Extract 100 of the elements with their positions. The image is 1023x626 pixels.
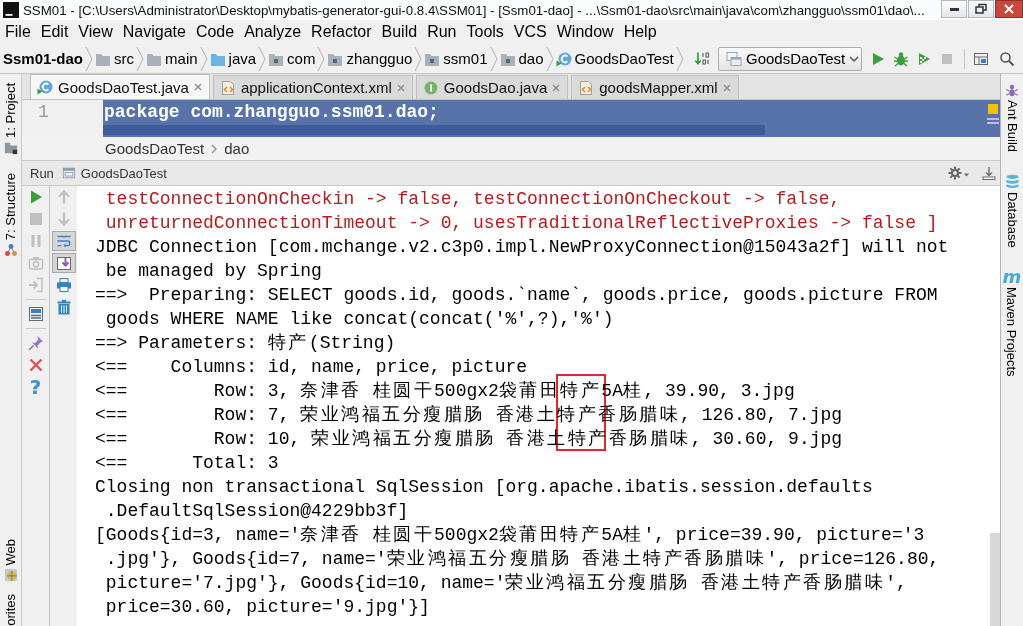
chevron-icon: [211, 143, 218, 154]
console-line: Closing non transactional SqlSession [org.apache.ibatis.session.defaults: [95, 476, 873, 499]
editor-tab[interactable]: GoodsDao.java: [415, 75, 569, 99]
layout-icon[interactable]: [27, 306, 44, 322]
folder-icon: [3, 140, 18, 155]
chevron-icon: [675, 45, 684, 72]
console-icon: [61, 166, 76, 180]
tool-window-button[interactable]: m Maven Projects: [1002, 269, 1022, 377]
menu-item[interactable]: Run: [422, 23, 462, 41]
breadcrumb-item[interactable]: com: [266, 45, 318, 72]
chevron-icon: [414, 45, 423, 72]
inspection-status-icon[interactable]: [987, 104, 998, 114]
breadcrumb-item[interactable]: ssm01: [422, 45, 490, 72]
menu-item[interactable]: Analyze: [239, 23, 307, 41]
console-line: be managed by Spring: [105, 260, 322, 283]
restore-button[interactable]: [968, 0, 994, 18]
stripe-marker-icon: [986, 118, 999, 124]
console-line: goods WHERE NAME like concat(concat('%',?),'%'): [105, 308, 614, 331]
menu-item[interactable]: Help: [618, 23, 662, 41]
breadcrumb-item[interactable]: zhangguo: [325, 45, 415, 72]
console-line: picture='7.jpg'}, Goods{id=10, name='荣业鸿福五分瘦腊肠 香港土特产香肠腊味',: [105, 572, 907, 595]
breadcrumb-item[interactable]: GoodsDaoTest: [553, 45, 676, 72]
close-icon[interactable]: [722, 83, 731, 92]
breadcrumb-item[interactable]: Ssm01-dao: [1, 45, 86, 72]
menu-item[interactable]: Refactor: [306, 23, 377, 41]
tool-window-button[interactable]: 1: Project: [3, 83, 18, 155]
editor-tab[interactable]: applicationContext.xml: [212, 75, 413, 99]
close-icon[interactable]: [27, 357, 44, 373]
pin-icon[interactable]: [27, 335, 44, 351]
build-icon[interactable]: [694, 50, 710, 67]
maven-icon: m: [1002, 269, 1022, 284]
restore-icon: [975, 3, 987, 15]
chevron-icon: [199, 45, 208, 72]
breadcrumb-item[interactable]: java: [207, 45, 259, 72]
class-icon: [37, 79, 53, 95]
tool-window-button[interactable]: 7: Structure: [3, 172, 18, 258]
console-line: .jpg'}, Goods{id=7, name='荣业鸿福五分瘦腊肠 香港土特产香肠腊味', price=126.80,: [105, 548, 940, 571]
editor-tab[interactable]: GoodsDaoTest.java: [30, 74, 210, 99]
close-button[interactable]: [995, 0, 1023, 18]
search-icon[interactable]: [999, 50, 1015, 67]
project-structure-icon[interactable]: [973, 50, 989, 67]
tool-window-button[interactable]: orites: [3, 594, 18, 626]
structure-icon: [3, 243, 18, 258]
tool-window-button[interactable]: Ant Build: [1004, 83, 1020, 153]
minimize-button[interactable]: [941, 0, 967, 18]
scrollbar-thumb[interactable]: [990, 533, 1000, 626]
tool-window-button[interactable]: Database: [1004, 174, 1020, 248]
console-line: unreturnedConnectionTimeout -> 0, usesTraditionalReflectiveProxies -> false ]: [105, 212, 938, 235]
breadcrumb-item[interactable]: src: [93, 45, 137, 72]
caret-icon: [849, 55, 860, 62]
bug-icon[interactable]: [892, 50, 909, 67]
database-icon: [1004, 174, 1020, 190]
breadcrumb-item[interactable]: main: [144, 45, 200, 72]
chevron-icon: [85, 45, 94, 72]
chevron-icon: [545, 45, 554, 72]
chevron-icon: [136, 45, 145, 72]
menu-item[interactable]: Edit: [35, 23, 74, 41]
menu-item[interactable]: View: [73, 23, 118, 41]
console-line: ==> Parameters: 特产(String): [95, 332, 396, 355]
ant-icon: [1005, 83, 1019, 97]
run-config-dropdown[interactable]: GoodsDaoTest: [718, 46, 862, 71]
console-line: testConnectionOnCheckin -> false, testConnectionOnCheckout -> false,: [105, 188, 841, 211]
xml-file-icon: [219, 79, 236, 96]
menu-item[interactable]: Tools: [461, 23, 509, 41]
console-line: ==> Preparing: SELECT goods.id, goods.`name`, goods.price, goods.picture FROM: [95, 284, 938, 307]
tool-window-button[interactable]: Web: [3, 538, 18, 583]
scroll-to-end-icon[interactable]: [51, 253, 76, 273]
run-tab[interactable]: GoodsDaoTest: [61, 165, 167, 181]
window-icon: [726, 50, 742, 67]
breadcrumb-item[interactable]: GoodsDaoTest: [105, 140, 205, 157]
minimize-icon: [949, 7, 959, 11]
line-number: 1: [38, 101, 50, 124]
console-line: .DefaultSqlSession@4229bb3f]: [105, 500, 409, 523]
tool-window-title: Run: [30, 165, 54, 181]
menu-item[interactable]: Window: [551, 23, 619, 41]
menu-item[interactable]: Build: [376, 23, 423, 41]
console-line: JDBC Connection [com.mchange.v2.c3p0.impl.NewProxyConnection@15043a2f] will not: [95, 236, 949, 259]
hide-icon[interactable]: [982, 166, 996, 180]
close-icon[interactable]: [193, 83, 202, 91]
soft-wrap-icon[interactable]: [51, 231, 76, 251]
close-icon: [1004, 4, 1014, 14]
class-icon: [555, 50, 572, 67]
xml-file-icon: [578, 79, 595, 96]
console-line: <== Total: 3: [95, 452, 279, 475]
breadcrumb-item[interactable]: dao: [224, 140, 250, 157]
menu-item[interactable]: Navigate: [117, 23, 191, 41]
close-icon[interactable]: [552, 83, 561, 92]
console-line: price=30.60, picture='9.jpg'}]: [105, 596, 430, 619]
menu-item[interactable]: VCS: [508, 23, 552, 41]
console-line: <== Columns: id, name, price, picture: [95, 356, 528, 379]
chevron-icon: [317, 45, 326, 72]
trash-icon[interactable]: [55, 299, 72, 315]
menu-item[interactable]: Code: [190, 23, 240, 41]
editor-tab[interactable]: goodsMapper.xml: [571, 75, 739, 99]
menu-item[interactable]: File: [0, 23, 36, 41]
chevron-icon: [258, 45, 267, 72]
printer-icon[interactable]: [55, 277, 72, 293]
close-icon[interactable]: [396, 83, 405, 92]
settings-icon[interactable]: [948, 165, 970, 181]
breadcrumb-item[interactable]: dao: [497, 45, 546, 72]
